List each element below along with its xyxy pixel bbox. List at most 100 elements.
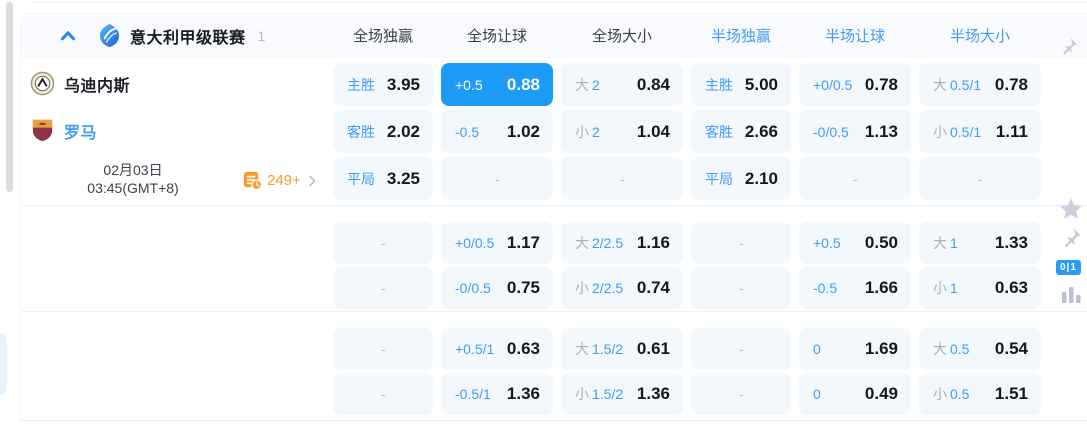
- odds-label: 主胜: [705, 76, 733, 93]
- odds-cell[interactable]: 平局 2.10: [691, 157, 791, 200]
- odds-cell[interactable]: -0.5 1.02: [441, 110, 553, 153]
- odds-cell[interactable]: 0 0.49: [799, 373, 911, 415]
- odds-cell[interactable]: -0/0.5 0.75: [441, 267, 553, 309]
- league-match-count: 1: [257, 27, 266, 44]
- empty-dash: -: [739, 386, 744, 402]
- odds-label: 小2: [575, 123, 600, 140]
- odds-cell[interactable]: +0/0.5 1.17: [441, 222, 553, 264]
- over-under-prefix: 大: [575, 76, 589, 93]
- odds-cell[interactable]: 小 1 0.63: [919, 267, 1041, 309]
- odds-label: 大 0.5: [933, 341, 970, 357]
- odds-label: -0/0.5: [455, 280, 491, 296]
- empty-dash: -: [620, 170, 625, 187]
- league-header: 意大利甲级联赛 1 全场独赢 全场让球 全场大小 半场独赢 半场让球 半场大小: [21, 13, 1087, 58]
- odds-value: 0.75: [506, 278, 540, 297]
- favorite-star-icon[interactable]: [1058, 196, 1084, 222]
- over-under-prefix: 大: [575, 341, 589, 357]
- markets-count: 249+: [267, 172, 301, 189]
- odds-value: 0.84: [636, 74, 670, 94]
- odds-value: 5.00: [744, 74, 778, 94]
- odds-cell[interactable]: 小 2 1.04: [561, 110, 683, 153]
- column-header: 全场独赢: [352, 28, 413, 45]
- odds-label: 大 0.5/1: [933, 76, 982, 93]
- over-under-prefix: 小: [575, 123, 589, 140]
- odds-label: 客胜: [705, 123, 733, 140]
- group-divider: [21, 205, 1087, 206]
- odds-label: +0/0.5: [813, 76, 853, 93]
- empty-dash: -: [739, 235, 744, 251]
- odds-label: +0/0.5: [455, 235, 495, 251]
- away-team-row: 罗马: [30, 118, 97, 143]
- odds-value: 0.63: [506, 339, 540, 358]
- odds-value: 1.33: [994, 233, 1028, 252]
- odds-cell-empty: -: [441, 157, 553, 200]
- odds-cell[interactable]: 小 0.5 1.51: [919, 373, 1041, 415]
- odds-value: 1.51: [994, 384, 1028, 403]
- odds-label: 大2: [575, 76, 600, 93]
- odds-label: -0.5/1: [455, 386, 491, 402]
- odds-cell[interactable]: +0.5/1 0.63: [441, 328, 553, 370]
- chevron-right-icon: [308, 174, 316, 187]
- odds-cell[interactable]: 大 2/2.5 1.16: [561, 222, 683, 264]
- odds-page: 意大利甲级联赛 1 全场独赢 全场让球 全场大小 半场独赢 半场让球 半场大小 乌迪内斯 …: [0, 0, 1087, 441]
- column-header: 全场大小: [591, 28, 652, 45]
- empty-dash: -: [381, 341, 386, 357]
- odds-cell-empty: -: [333, 373, 433, 415]
- odds-value: 0.88: [506, 74, 540, 94]
- over-under-prefix: 小: [933, 123, 947, 140]
- odds-cell[interactable]: -0.5 1.66: [799, 267, 911, 309]
- more-markets-button[interactable]: 249+: [242, 170, 320, 191]
- side-floating-button[interactable]: [0, 333, 7, 395]
- odds-cell[interactable]: 小 1.5/2 1.36: [561, 373, 683, 415]
- home-team-crest-icon: [30, 71, 55, 96]
- odds-cell[interactable]: 主胜 5.00: [691, 63, 791, 106]
- away-team-crest-icon: [32, 119, 53, 142]
- odds-cell[interactable]: 客胜 2.66: [691, 110, 791, 153]
- odds-value: 3.25: [386, 168, 420, 188]
- odds-cell[interactable]: 大 1 1.33: [919, 222, 1041, 264]
- odds-cell[interactable]: 大 0.5 0.54: [919, 328, 1041, 370]
- odds-cell[interactable]: 平局 3.25: [333, 157, 433, 200]
- over-under-prefix: 大: [575, 235, 589, 251]
- odds-value: 1.17: [506, 233, 540, 252]
- odds-label: 大 2/2.5: [575, 235, 624, 251]
- odds-cell[interactable]: 大 2 0.84: [561, 63, 683, 106]
- odds-value: 3.95: [386, 74, 420, 94]
- odds-cell-empty: -: [691, 328, 791, 370]
- odds-label: 大 1.5/2: [575, 341, 624, 357]
- stats-bar-chart-icon[interactable]: [1060, 284, 1084, 306]
- empty-dash: -: [853, 170, 858, 187]
- pin-icon[interactable]: [1058, 36, 1079, 57]
- odds-cell[interactable]: 大 1.5/2 0.61: [561, 328, 683, 370]
- over-under-prefix: 大: [933, 341, 947, 357]
- odds-cell-empty: -: [333, 328, 433, 370]
- column-header: 半场独赢: [710, 28, 771, 45]
- odds-label: +0.5: [455, 76, 483, 93]
- over-under-prefix: 小: [933, 386, 947, 402]
- odds-cell[interactable]: +0/0.5 0.78: [799, 63, 911, 106]
- odds-cell[interactable]: 小 2/2.5 0.74: [561, 267, 683, 309]
- collapse-chevron-up-icon[interactable]: [57, 25, 79, 47]
- odds-cell[interactable]: 大 0.5/1 0.78: [919, 63, 1041, 106]
- odds-cell[interactable]: -0/0.5 1.13: [799, 110, 911, 153]
- empty-dash: -: [495, 170, 500, 187]
- odds-label: 小 2/2.5: [575, 280, 624, 296]
- odds-cell[interactable]: 主胜 3.95: [333, 63, 433, 106]
- odds-label: 0: [813, 386, 821, 402]
- odds-label: 小 0.5: [933, 386, 970, 402]
- pin-icon[interactable]: [1059, 226, 1083, 250]
- odds-value: 1.13: [864, 121, 898, 141]
- odds-cell[interactable]: +0.5 0.50: [799, 222, 911, 264]
- odds-cell[interactable]: 客胜 2.02: [333, 110, 433, 153]
- odds-cell[interactable]: -0.5/1 1.36: [441, 373, 553, 415]
- over-under-prefix: 大: [933, 235, 947, 251]
- odds-cell-empty: -: [799, 157, 911, 200]
- match-time: 03:45(GMT+8): [87, 180, 179, 196]
- odds-cell[interactable]: 0 1.69: [799, 328, 911, 370]
- vertical-scrollbar[interactable]: [6, 2, 13, 192]
- odds-cell[interactable]: 小 0.5/1 1.11: [919, 110, 1041, 153]
- odds-label: 平局: [347, 170, 375, 187]
- odds-cell[interactable]: +0.5 0.88: [441, 63, 553, 106]
- league-logo-icon: [99, 24, 120, 47]
- odds-cell-empty: -: [691, 267, 791, 309]
